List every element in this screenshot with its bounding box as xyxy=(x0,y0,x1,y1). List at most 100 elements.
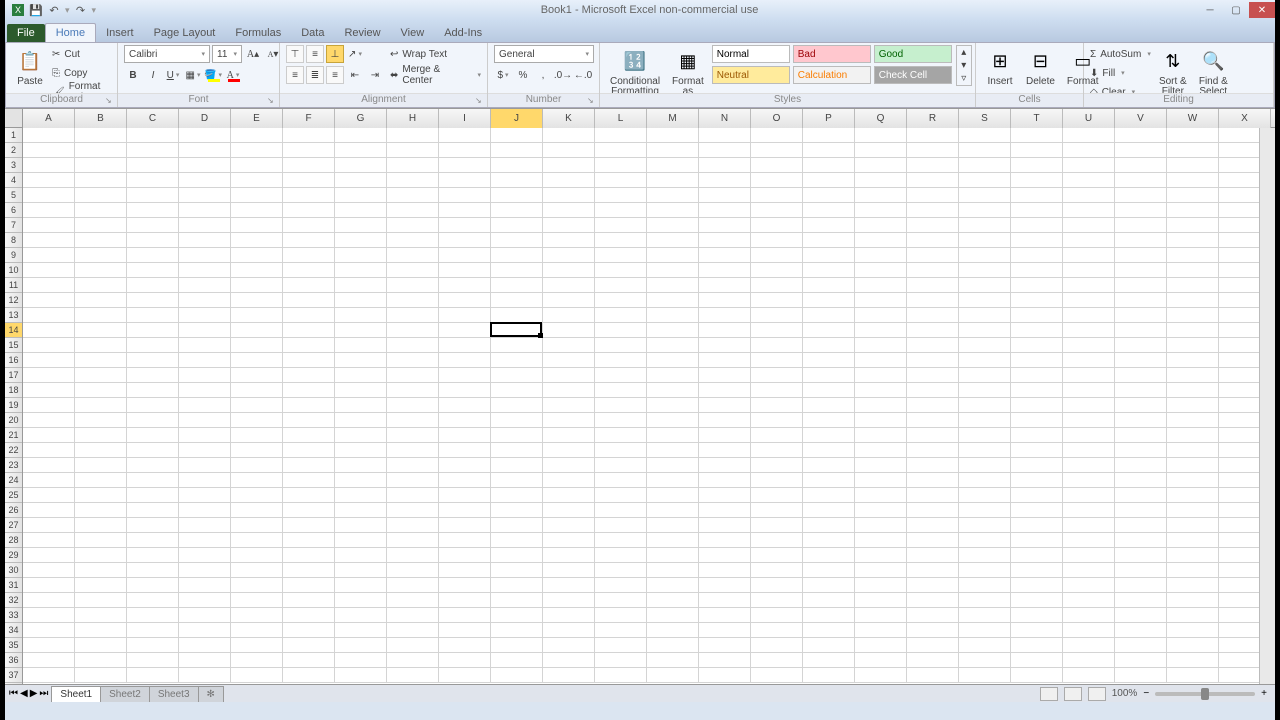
cell[interactable] xyxy=(647,203,699,218)
cell[interactable] xyxy=(1063,458,1115,473)
cell[interactable] xyxy=(803,263,855,278)
cell[interactable] xyxy=(959,383,1011,398)
cell[interactable] xyxy=(179,173,231,188)
cell[interactable] xyxy=(647,623,699,638)
col-header-G[interactable]: G xyxy=(335,109,387,128)
cell[interactable] xyxy=(1115,263,1167,278)
cell[interactable] xyxy=(855,128,907,143)
cell[interactable] xyxy=(855,203,907,218)
cell[interactable] xyxy=(751,473,803,488)
cell[interactable] xyxy=(699,593,751,608)
cell[interactable] xyxy=(283,503,335,518)
cell[interactable] xyxy=(1115,278,1167,293)
cell[interactable] xyxy=(387,143,439,158)
cell[interactable] xyxy=(959,308,1011,323)
cell[interactable] xyxy=(387,293,439,308)
cell[interactable] xyxy=(23,473,75,488)
cell[interactable] xyxy=(543,218,595,233)
cell[interactable] xyxy=(1011,323,1063,338)
cell[interactable] xyxy=(855,458,907,473)
cell[interactable] xyxy=(647,518,699,533)
bold-button[interactable]: B xyxy=(124,66,142,84)
cell[interactable] xyxy=(595,533,647,548)
cell[interactable] xyxy=(127,383,179,398)
cell[interactable] xyxy=(75,263,127,278)
cell[interactable] xyxy=(387,203,439,218)
cell[interactable] xyxy=(1011,383,1063,398)
cell[interactable] xyxy=(335,668,387,683)
cell[interactable] xyxy=(75,518,127,533)
cell[interactable] xyxy=(1011,263,1063,278)
cell[interactable] xyxy=(491,188,543,203)
cell[interactable] xyxy=(959,563,1011,578)
row-header-7[interactable]: 7 xyxy=(5,218,22,233)
cell[interactable] xyxy=(959,548,1011,563)
cell[interactable] xyxy=(335,458,387,473)
cell[interactable] xyxy=(1115,143,1167,158)
cell[interactable] xyxy=(959,248,1011,263)
cell[interactable] xyxy=(75,593,127,608)
cell[interactable] xyxy=(231,563,283,578)
cell[interactable] xyxy=(439,443,491,458)
sheet-nav-first[interactable]: ⏮ xyxy=(9,688,18,699)
cell[interactable] xyxy=(959,668,1011,683)
cell[interactable] xyxy=(1063,248,1115,263)
cell[interactable] xyxy=(751,533,803,548)
row-header-24[interactable]: 24 xyxy=(5,473,22,488)
cell[interactable] xyxy=(1063,668,1115,683)
cell[interactable] xyxy=(387,533,439,548)
cell[interactable] xyxy=(75,248,127,263)
cell[interactable] xyxy=(231,188,283,203)
cell[interactable] xyxy=(23,203,75,218)
cell[interactable] xyxy=(23,668,75,683)
cell[interactable] xyxy=(23,293,75,308)
cell[interactable] xyxy=(283,293,335,308)
cell[interactable] xyxy=(751,638,803,653)
cell[interactable] xyxy=(543,488,595,503)
cell[interactable] xyxy=(491,143,543,158)
cell[interactable] xyxy=(1115,653,1167,668)
cell[interactable] xyxy=(1115,293,1167,308)
row-header-4[interactable]: 4 xyxy=(5,173,22,188)
cell[interactable] xyxy=(23,638,75,653)
cell[interactable] xyxy=(699,518,751,533)
cell[interactable] xyxy=(231,428,283,443)
cell[interactable] xyxy=(75,218,127,233)
cell[interactable] xyxy=(959,518,1011,533)
cell[interactable] xyxy=(335,428,387,443)
cell[interactable] xyxy=(1063,188,1115,203)
cell[interactable] xyxy=(283,188,335,203)
cell[interactable] xyxy=(855,593,907,608)
cell[interactable] xyxy=(907,428,959,443)
cell[interactable] xyxy=(1167,338,1219,353)
cell[interactable] xyxy=(439,578,491,593)
cell[interactable] xyxy=(335,413,387,428)
cell[interactable] xyxy=(75,368,127,383)
cell[interactable] xyxy=(283,218,335,233)
cell[interactable] xyxy=(1063,128,1115,143)
cell[interactable] xyxy=(335,128,387,143)
cell[interactable] xyxy=(959,398,1011,413)
cell[interactable] xyxy=(179,413,231,428)
cell[interactable] xyxy=(907,248,959,263)
cell[interactable] xyxy=(1063,488,1115,503)
find-select-button[interactable]: 🔍Find & Select xyxy=(1195,45,1232,99)
cell[interactable] xyxy=(1011,368,1063,383)
cell[interactable] xyxy=(439,173,491,188)
cell[interactable] xyxy=(803,608,855,623)
cell[interactable] xyxy=(1063,143,1115,158)
cell[interactable] xyxy=(595,173,647,188)
cell[interactable] xyxy=(647,188,699,203)
cell[interactable] xyxy=(647,128,699,143)
cell[interactable] xyxy=(1063,563,1115,578)
cell[interactable] xyxy=(439,338,491,353)
cell[interactable] xyxy=(907,623,959,638)
cell[interactable] xyxy=(439,158,491,173)
cell[interactable] xyxy=(699,443,751,458)
row-header-20[interactable]: 20 xyxy=(5,413,22,428)
cell[interactable] xyxy=(1115,623,1167,638)
cell[interactable] xyxy=(803,413,855,428)
cell[interactable] xyxy=(179,248,231,263)
cell[interactable] xyxy=(1115,173,1167,188)
cell[interactable] xyxy=(491,338,543,353)
